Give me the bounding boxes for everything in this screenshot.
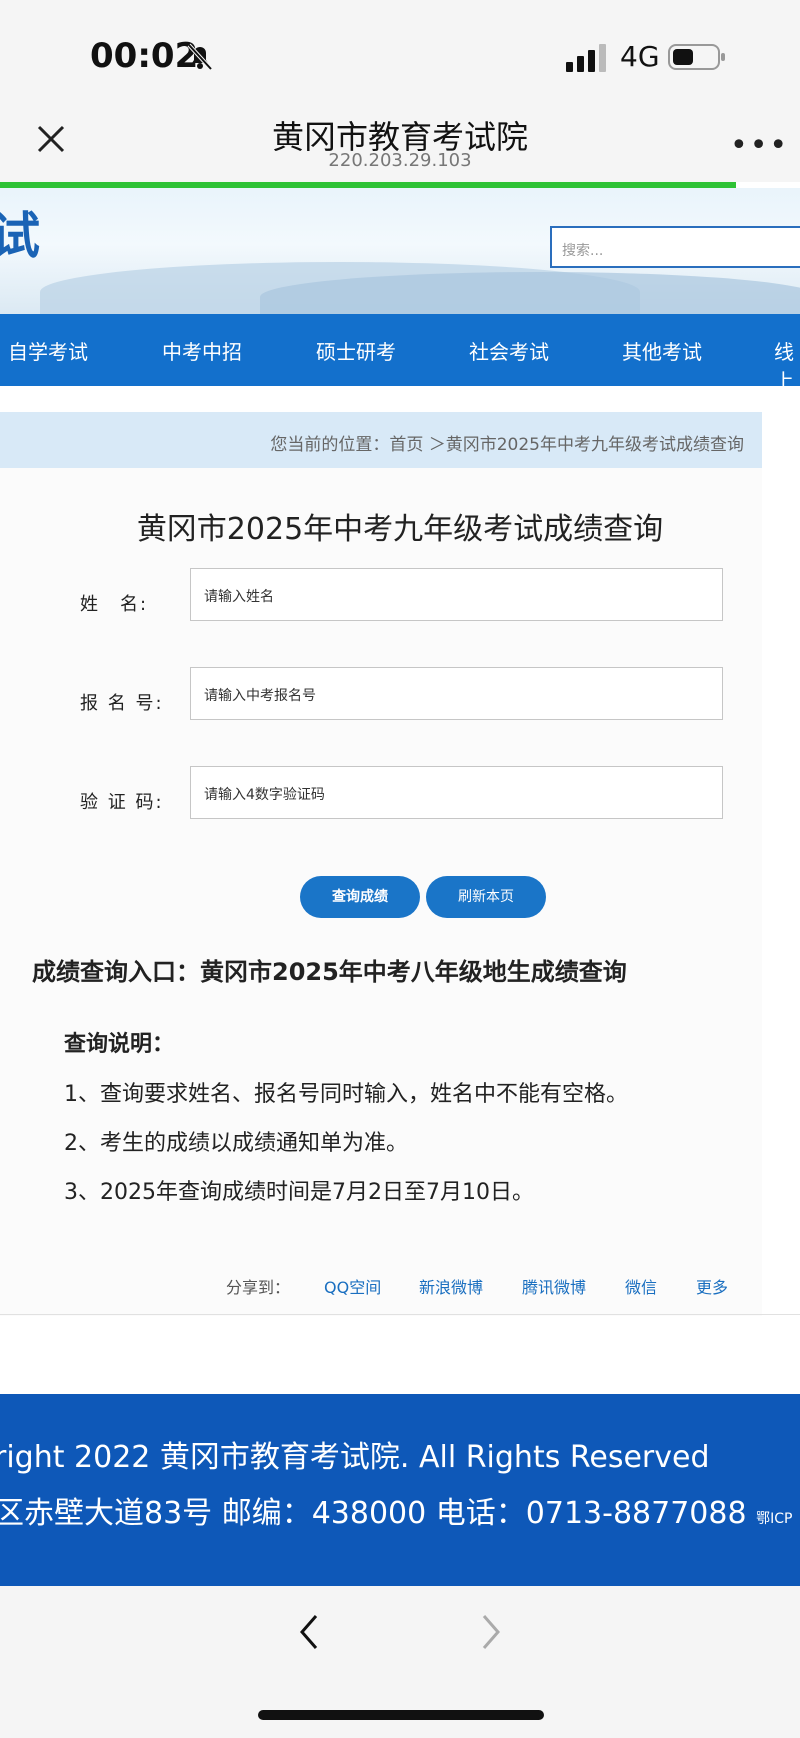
share-more[interactable]: 更多 — [696, 1274, 728, 1298]
search-placeholder: 搜索... — [562, 243, 604, 259]
query-button[interactable]: 查询成绩 — [300, 876, 420, 918]
more-menu-icon[interactable]: ••• — [730, 128, 789, 163]
share-qzone[interactable]: QQ空间 — [324, 1274, 381, 1298]
share-wechat[interactable]: 微信 — [625, 1274, 657, 1298]
share-label: 分享到： — [226, 1278, 291, 1297]
divider — [0, 1314, 800, 1315]
menu-item-zhongkao[interactable]: 中考中招 — [162, 336, 242, 365]
back-chevron-icon[interactable] — [294, 1612, 324, 1652]
network-type: 4G — [620, 40, 660, 73]
note-item: 2、考生的成绩以成绩通知单为准。 — [64, 1131, 408, 1156]
menu-item-self-study[interactable]: 自学考试 — [8, 336, 88, 365]
breadcrumb: 您当前的位置：首页 ＞黄冈市2025年中考九年级考试成绩查询 — [270, 435, 744, 455]
menu-item-other[interactable]: 其他考试 — [622, 336, 702, 365]
url-label: 220.203.29.103 — [328, 150, 472, 171]
name-placeholder: 请输入姓名 — [204, 589, 274, 605]
notes-title: 查询说明： — [64, 1032, 175, 1057]
score-entry-link[interactable]: 成绩查询入口：黄冈市2025年中考八年级地生成绩查询 — [32, 952, 627, 987]
registration-label: 报 名 号: — [80, 693, 164, 714]
battery-icon — [668, 44, 725, 70]
home-indicator — [258, 1710, 544, 1720]
menu-item-online[interactable]: 线上 — [774, 336, 800, 394]
menu-item-social[interactable]: 社会考试 — [469, 336, 549, 365]
site-logo: 试 — [0, 206, 40, 265]
note-item: 3、2025年查询成绩时间是7月2日至7月10日。 — [64, 1180, 534, 1205]
note-item: 1、查询要求姓名、报名号同时输入，姓名中不能有空格。 — [64, 1082, 628, 1107]
registration-placeholder: 请输入中考报名号 — [204, 688, 316, 704]
icp-text: 鄂ICP — [756, 1511, 793, 1527]
silent-bell-icon — [187, 43, 213, 71]
share-tencent-weibo[interactable]: 腾讯微博 — [522, 1274, 586, 1298]
share-sina-weibo[interactable]: 新浪微博 — [419, 1274, 483, 1298]
captcha-placeholder: 请输入4数字验证码 — [204, 787, 325, 803]
copyright-text: right 2022 黄冈市教育考试院. All Rights Reserved — [0, 1440, 710, 1475]
captcha-label: 验 证 码: — [80, 792, 164, 813]
menu-item-graduate[interactable]: 硕士研考 — [316, 336, 396, 365]
clock: 00:02 — [90, 36, 199, 76]
form-title: 黄冈市2025年中考九年级考试成绩查询 — [136, 512, 664, 547]
refresh-button[interactable]: 刷新本页 — [426, 876, 546, 918]
forward-chevron-icon[interactable] — [476, 1612, 506, 1652]
address-line: 区赤壁大道83号 邮编：438000 电话：0713-8877088 — [0, 1496, 757, 1531]
name-label: 姓 名: — [80, 594, 149, 615]
address-text: 区赤壁大道83号 邮编：438000 电话：0713-8877088 鄂ICP — [0, 1488, 792, 1532]
signal-icon — [566, 44, 606, 72]
